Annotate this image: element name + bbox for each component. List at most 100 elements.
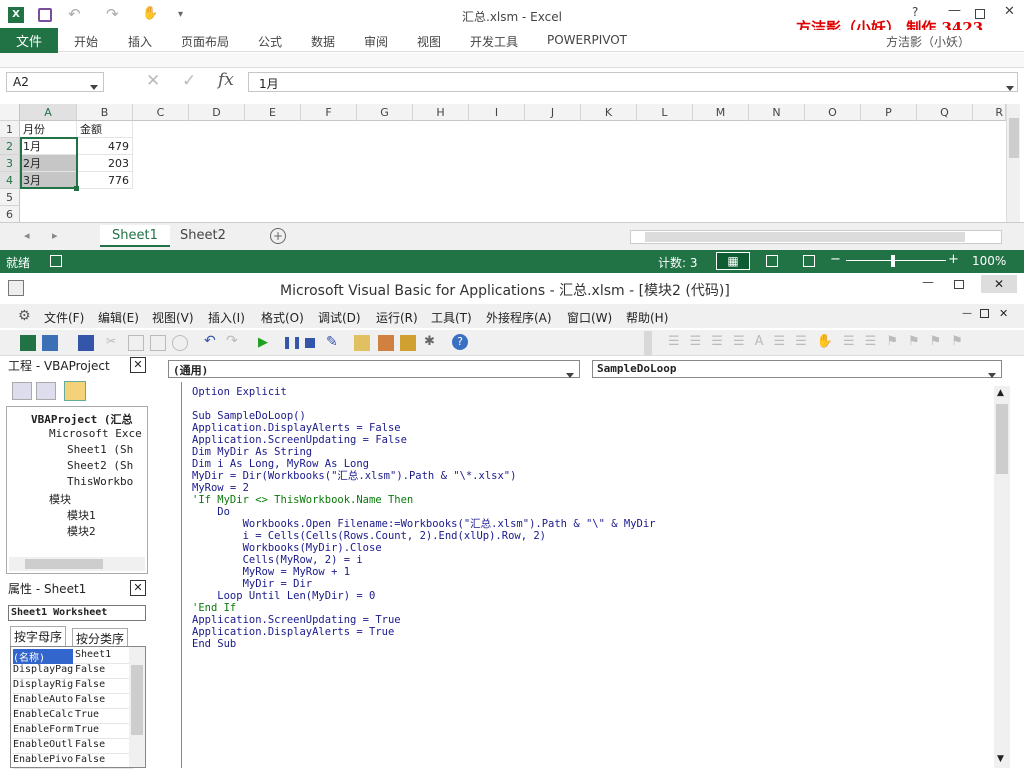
- cell-a1[interactable]: 月份: [20, 121, 77, 138]
- vbe-close-button[interactable]: ✕: [981, 275, 1017, 293]
- save-project-icon[interactable]: [78, 335, 94, 351]
- vbe-restore-button[interactable]: [954, 280, 964, 289]
- code-editor[interactable]: Option Explicit Sub SampleDoLoop() Applica…: [192, 386, 656, 650]
- insert-userform-icon[interactable]: [42, 335, 58, 351]
- column-header[interactable]: L: [637, 104, 693, 121]
- horizontal-scrollbar[interactable]: [630, 230, 1002, 244]
- procedure-combo-arrow-icon[interactable]: [988, 367, 996, 381]
- zoom-in-icon[interactable]: +: [948, 252, 959, 267]
- column-header[interactable]: R: [973, 104, 1006, 121]
- enter-icon[interactable]: ✓: [182, 71, 196, 91]
- column-header[interactable]: Q: [917, 104, 973, 121]
- tree-node-thisworkbook[interactable]: ThisWorkbo: [67, 475, 133, 488]
- page-break-view-icon[interactable]: [803, 255, 815, 267]
- user-account[interactable]: 方洁影（小妖）: [886, 33, 970, 50]
- sheet-tab-sheet2[interactable]: Sheet2: [168, 225, 238, 247]
- prop-value[interactable]: False: [75, 739, 133, 750]
- tab-review[interactable]: 审阅: [364, 33, 388, 50]
- menu-format[interactable]: 格式(O): [261, 309, 304, 326]
- save-icon[interactable]: [38, 8, 52, 22]
- menu-file[interactable]: 文件(F): [44, 309, 84, 326]
- column-header[interactable]: P: [861, 104, 917, 121]
- cancel-icon[interactable]: ✕: [146, 71, 160, 91]
- tab-developer[interactable]: 开发工具: [470, 33, 518, 50]
- column-header[interactable]: E: [245, 104, 301, 121]
- scroll-thumb[interactable]: [1009, 118, 1019, 158]
- expand-formula-icon[interactable]: [1006, 80, 1014, 94]
- tree-node-module2[interactable]: 模块2: [67, 523, 96, 539]
- tab-formulas[interactable]: 公式: [258, 33, 282, 50]
- object-combo-arrow-icon[interactable]: [566, 367, 574, 381]
- tab-insert[interactable]: 插入: [128, 33, 152, 50]
- tree-h-scrollbar[interactable]: [9, 557, 145, 571]
- normal-view-icon[interactable]: ▦: [716, 252, 750, 270]
- undo-code-icon[interactable]: ↶: [204, 333, 216, 349]
- code-scroll-thumb[interactable]: [996, 404, 1008, 474]
- column-header[interactable]: C: [133, 104, 189, 121]
- row-header[interactable]: 3: [0, 155, 20, 172]
- zoom-out-icon[interactable]: −: [830, 252, 841, 267]
- column-header[interactable]: N: [749, 104, 805, 121]
- column-header[interactable]: D: [189, 104, 245, 121]
- vbe-help-icon[interactable]: ?: [452, 334, 468, 350]
- view-object-icon[interactable]: [36, 382, 56, 400]
- zoom-level[interactable]: 100%: [972, 254, 1006, 268]
- prop-row[interactable]: DisplayPag False: [13, 664, 133, 679]
- prop-value[interactable]: False: [75, 754, 133, 765]
- new-sheet-icon[interactable]: +: [270, 228, 286, 244]
- code-window[interactable]: (通用) SampleDoLoop Option Explicit Sub Sam…: [150, 356, 1024, 768]
- procedure-combo[interactable]: SampleDoLoop: [592, 360, 1002, 378]
- formula-input[interactable]: 1月: [248, 72, 1018, 92]
- redo-icon[interactable]: ↷: [106, 5, 119, 23]
- toolbox-icon[interactable]: ✱: [424, 334, 435, 349]
- cell-b1[interactable]: 金额: [77, 121, 133, 138]
- prop-value[interactable]: True: [75, 709, 133, 720]
- column-header[interactable]: A: [20, 104, 77, 121]
- fill-handle[interactable]: [74, 186, 79, 191]
- tab-view[interactable]: 视图: [417, 33, 441, 50]
- vbe-excel-icon[interactable]: ⚙: [18, 308, 31, 324]
- props-tab-categorized[interactable]: 按分类序: [72, 628, 129, 648]
- prop-row[interactable]: EnablePivo False: [13, 754, 133, 769]
- child-close-icon[interactable]: ✕: [999, 307, 1008, 320]
- menu-window[interactable]: 窗口(W): [567, 309, 612, 326]
- sheet-tab-sheet1[interactable]: Sheet1: [100, 225, 170, 247]
- macro-record-icon[interactable]: [50, 255, 62, 267]
- column-header[interactable]: I: [469, 104, 525, 121]
- prop-row[interactable]: EnableForm True: [13, 724, 133, 739]
- code-scroll-up-icon[interactable]: ▲: [997, 388, 1004, 398]
- cell-b4[interactable]: 776: [77, 172, 133, 189]
- find-icon[interactable]: [172, 335, 188, 351]
- menu-run[interactable]: 运行(R): [376, 309, 418, 326]
- copy-icon[interactable]: [128, 335, 144, 351]
- menu-view[interactable]: 视图(V): [152, 309, 194, 326]
- redo-code-icon[interactable]: ↷: [226, 333, 238, 349]
- tree-node-excel-objects[interactable]: Microsoft Exce: [49, 427, 142, 440]
- column-header[interactable]: H: [413, 104, 469, 121]
- vertical-scrollbar[interactable]: [1006, 104, 1020, 222]
- touch-mode-icon[interactable]: ✋: [142, 6, 158, 21]
- prop-value[interactable]: False: [75, 679, 133, 690]
- name-box-dropdown-icon[interactable]: [90, 79, 98, 93]
- row-header[interactable]: 2: [0, 138, 20, 155]
- menu-addins[interactable]: 外接程序(A): [486, 309, 552, 326]
- project-tree[interactable]: VBAProject (汇总 Microsoft Exce Sheet1 (Sh…: [6, 406, 148, 574]
- row-header[interactable]: 6: [0, 206, 20, 223]
- project-panel-close-icon[interactable]: ✕: [130, 357, 146, 373]
- tree-node-modules[interactable]: 模块: [49, 491, 71, 507]
- row-header[interactable]: 4: [0, 172, 20, 189]
- tab-page-layout[interactable]: 页面布局: [181, 33, 229, 50]
- h-scroll-thumb[interactable]: [645, 232, 965, 242]
- menu-edit[interactable]: 编辑(E): [98, 309, 139, 326]
- tab-powerpivot[interactable]: POWERPIVOT: [547, 33, 627, 47]
- tab-home[interactable]: 开始: [74, 33, 98, 50]
- undo-icon[interactable]: ↶: [68, 5, 81, 23]
- object-combo[interactable]: (通用): [168, 360, 580, 378]
- close-button[interactable]: ✕: [1004, 4, 1015, 19]
- prop-row[interactable]: EnableCalc True: [13, 709, 133, 724]
- child-restore-icon[interactable]: [980, 309, 989, 318]
- prop-row[interactable]: DisplayRig False: [13, 679, 133, 694]
- menu-tools[interactable]: 工具(T): [431, 309, 472, 326]
- tree-node-sheet1[interactable]: Sheet1 (Sh: [67, 443, 133, 456]
- restore-button[interactable]: [975, 9, 985, 19]
